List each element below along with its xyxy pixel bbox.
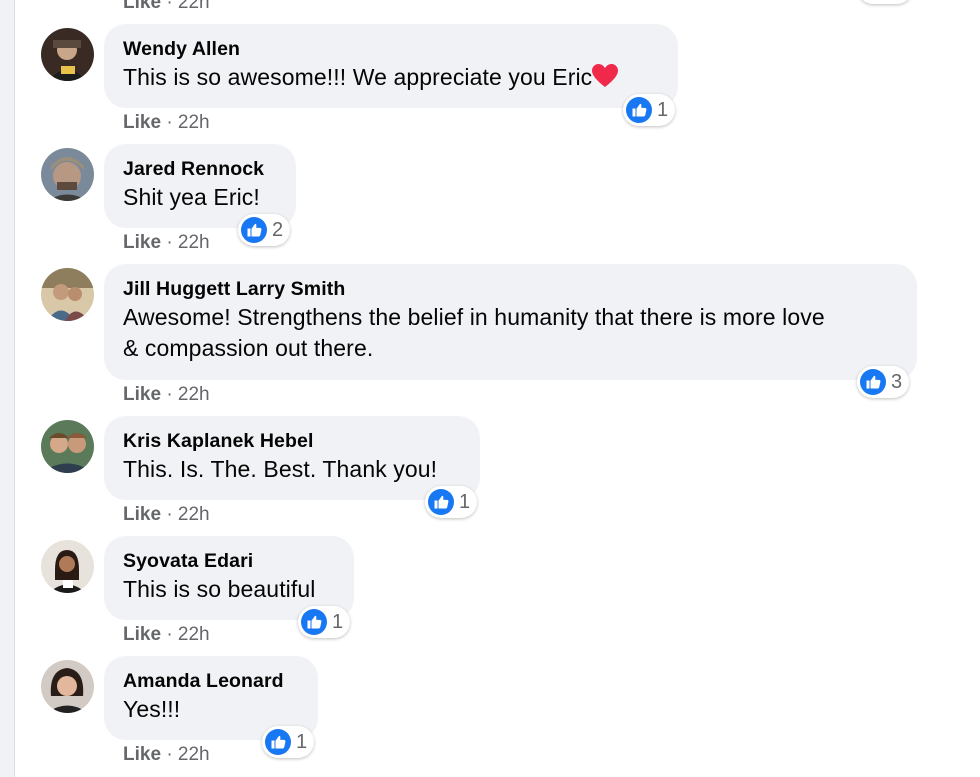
meta-separator: · — [166, 232, 173, 253]
avatar[interactable] — [41, 148, 94, 201]
like-link[interactable]: Like — [123, 504, 161, 525]
comment-meta: Like · 22h — [123, 504, 210, 526]
comment-author[interactable]: Jared Rennock — [123, 156, 277, 182]
avatar[interactable] — [41, 660, 94, 713]
comment-bubble: Jill Huggett Larry Smith Awesome! Streng… — [104, 264, 917, 380]
comment-text: This is so beautiful — [123, 576, 316, 602]
comment-timestamp[interactable]: 22h — [178, 504, 210, 525]
like-link[interactable]: Like — [123, 112, 161, 133]
comment-meta: Like · 22h — [123, 624, 210, 646]
comment-author[interactable]: Amanda Leonard — [123, 668, 299, 694]
reaction-count: 1 — [332, 610, 344, 633]
comment-timestamp[interactable]: 22h — [178, 232, 210, 253]
thumbs-up-icon — [301, 609, 327, 635]
comment-timestamp[interactable]: 22h — [178, 112, 210, 133]
reaction-count: 1 — [459, 490, 471, 513]
heart-emoji-icon — [592, 64, 619, 87]
meta-separator: · — [166, 0, 173, 13]
like-link[interactable]: Like — [123, 384, 161, 405]
thumbs-up-icon — [428, 489, 454, 515]
like-link[interactable]: Like — [123, 624, 161, 645]
comment-text: Yes!!! — [123, 696, 181, 722]
comment-text-line: & compassion out there. — [123, 335, 374, 361]
comment-text: Awesome! Strengthens the belief in human… — [123, 302, 898, 364]
previous-comment-meta: Like · 22h — [123, 0, 210, 14]
reaction-badge[interactable]: 1 — [623, 94, 676, 126]
meta-separator: · — [166, 384, 173, 405]
reaction-count: 1 — [296, 730, 308, 753]
reaction-badge[interactable]: 1 — [298, 606, 351, 638]
reaction-count: 3 — [891, 370, 903, 393]
comment-text: This. Is. The. Best. Thank you! — [123, 456, 438, 482]
comment-timestamp[interactable]: 22h — [178, 624, 210, 645]
comment-text: Shit yea Eric! — [123, 184, 260, 210]
thumbs-up-icon — [265, 729, 291, 755]
previous-reaction-badge[interactable] — [858, 0, 912, 4]
reaction-badge[interactable]: 2 — [238, 214, 291, 246]
comment-timestamp[interactable]: 22h — [178, 384, 210, 405]
reaction-badge[interactable]: 3 — [857, 366, 910, 398]
comment-meta: Like · 22h — [123, 744, 210, 766]
thumbs-up-icon — [626, 97, 652, 123]
comment-author[interactable]: Wendy Allen — [123, 36, 659, 62]
meta-separator: · — [166, 744, 173, 765]
reaction-badge[interactable]: 1 — [425, 486, 478, 518]
meta-separator: · — [166, 504, 173, 525]
comment-meta: Like · 22h — [123, 112, 210, 134]
avatar[interactable] — [41, 420, 94, 473]
comment-text-line: Awesome! Strengthens the belief in human… — [123, 304, 825, 330]
thumbs-up-icon — [241, 217, 267, 243]
avatar[interactable] — [41, 28, 94, 81]
comment-timestamp[interactable]: 22h — [178, 0, 210, 13]
reaction-count: 2 — [272, 218, 284, 241]
comment-author[interactable]: Syovata Edari — [123, 548, 335, 574]
left-rail — [0, 0, 15, 777]
like-link[interactable]: Like — [123, 232, 161, 253]
comment-meta: Like · 22h — [123, 232, 210, 254]
reaction-badge[interactable]: 1 — [262, 726, 315, 758]
comment-author[interactable]: Jill Huggett Larry Smith — [123, 276, 898, 302]
meta-separator: · — [166, 112, 173, 133]
comment-author[interactable]: Kris Kaplanek Hebel — [123, 428, 461, 454]
comment-timestamp[interactable]: 22h — [178, 744, 210, 765]
comment-meta: Like · 22h — [123, 384, 210, 406]
meta-separator: · — [166, 624, 173, 645]
reaction-count: 1 — [657, 98, 669, 121]
avatar[interactable] — [41, 540, 94, 593]
comment-text: This is so awesome!!! We appreciate you … — [123, 62, 659, 93]
comment-bubble: Wendy Allen This is so awesome!!! We app… — [104, 24, 678, 108]
like-link[interactable]: Like — [123, 0, 161, 13]
comment-bubble: Kris Kaplanek Hebel This. Is. The. Best.… — [104, 416, 480, 500]
thumbs-up-icon — [860, 369, 886, 395]
avatar[interactable] — [41, 268, 94, 321]
like-link[interactable]: Like — [123, 744, 161, 765]
